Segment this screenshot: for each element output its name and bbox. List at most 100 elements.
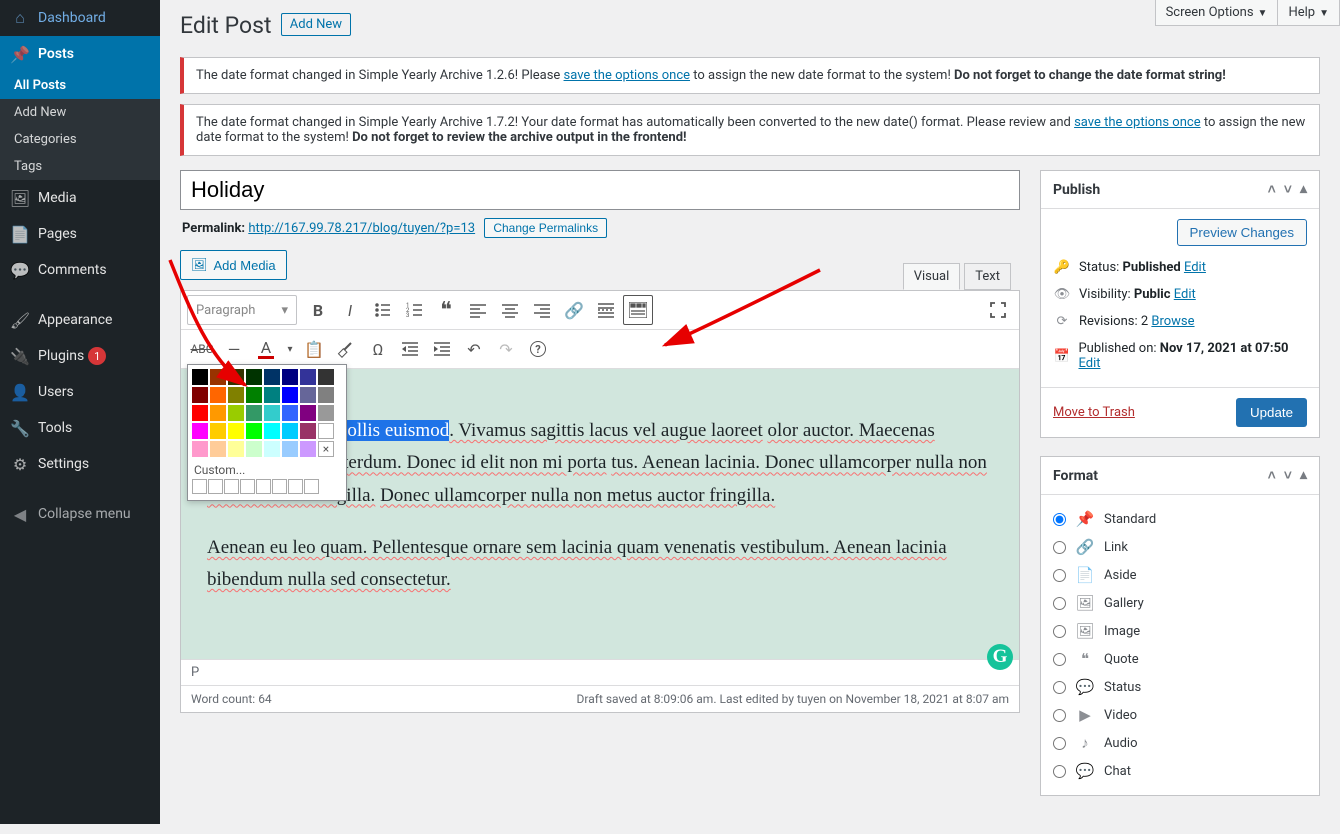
format-item-quote[interactable]: ❝Quote	[1053, 645, 1307, 673]
color-swatch[interactable]	[318, 423, 334, 439]
sidebar-item-media[interactable]: 🖼Media	[0, 180, 160, 216]
blockquote-button[interactable]: ❝	[431, 295, 461, 325]
tab-text[interactable]: Text	[964, 263, 1011, 290]
color-swatch[interactable]	[300, 423, 316, 439]
color-swatch[interactable]	[210, 387, 226, 403]
chevron-up-icon[interactable]: ˄	[1268, 181, 1276, 198]
color-swatch[interactable]	[264, 423, 280, 439]
sidebar-item-tools[interactable]: 🔧Tools	[0, 410, 160, 446]
italic-button[interactable]: I	[335, 295, 365, 325]
outdent-button[interactable]	[395, 334, 425, 364]
sidebar-item-posts[interactable]: 📌Posts	[0, 36, 160, 72]
fullscreen-button[interactable]	[983, 295, 1013, 325]
color-clear-button[interactable]: ×	[318, 441, 334, 457]
color-custom-slot[interactable]	[256, 479, 271, 494]
color-swatch[interactable]	[300, 405, 316, 421]
color-swatch[interactable]	[318, 387, 334, 403]
edit-visibility-link[interactable]: Edit	[1174, 287, 1196, 302]
format-item-chat[interactable]: 💬Chat	[1053, 757, 1307, 785]
help-button[interactable]: Help▼	[1277, 0, 1340, 26]
color-swatch[interactable]	[282, 369, 298, 385]
format-radio-gallery[interactable]	[1053, 597, 1066, 610]
format-item-link[interactable]: 🔗Link	[1053, 533, 1307, 561]
format-item-video[interactable]: ▶Video	[1053, 701, 1307, 729]
color-swatch[interactable]	[246, 423, 262, 439]
color-swatch[interactable]	[318, 369, 334, 385]
sidebar-item-dashboard[interactable]: ⌂Dashboard	[0, 0, 160, 36]
color-custom-slot[interactable]	[288, 479, 303, 494]
chevron-down-icon[interactable]: ˅	[1284, 181, 1292, 198]
color-swatch[interactable]	[210, 441, 226, 457]
color-swatch[interactable]	[228, 423, 244, 439]
caret-up-icon[interactable]: ▴	[1300, 181, 1307, 198]
format-radio-link[interactable]	[1053, 541, 1066, 554]
color-swatch[interactable]	[192, 369, 208, 385]
color-swatch[interactable]	[210, 423, 226, 439]
screen-options-button[interactable]: Screen Options▼	[1155, 0, 1279, 26]
color-picker-custom[interactable]: Custom...	[192, 459, 342, 479]
edit-status-link[interactable]: Edit	[1184, 260, 1206, 275]
color-swatch[interactable]	[228, 387, 244, 403]
color-swatch[interactable]	[318, 405, 334, 421]
text-color-dropdown[interactable]: ▾	[283, 334, 297, 364]
paragraph-select[interactable]: Paragraph▾	[187, 295, 297, 325]
indent-button[interactable]	[427, 334, 457, 364]
more-button[interactable]	[591, 295, 621, 325]
format-item-status[interactable]: 💬Status	[1053, 673, 1307, 701]
color-swatch[interactable]	[246, 369, 262, 385]
add-media-button[interactable]: 🖼Add Media	[180, 250, 287, 280]
sidebar-item-appearance[interactable]: 🖌Appearance	[0, 302, 160, 338]
format-item-audio[interactable]: ♪Audio	[1053, 729, 1307, 757]
text-color-button[interactable]: A	[251, 334, 281, 364]
undo-button[interactable]: ↶	[459, 334, 489, 364]
strikethrough-button[interactable]: ABC	[187, 334, 217, 364]
color-swatch[interactable]	[246, 441, 262, 457]
tab-visual[interactable]: Visual	[903, 263, 961, 290]
color-swatch[interactable]	[192, 405, 208, 421]
format-box-header[interactable]: Format ˄˅▴	[1041, 457, 1319, 495]
color-swatch[interactable]	[264, 387, 280, 403]
color-swatch[interactable]	[246, 387, 262, 403]
bold-button[interactable]: B	[303, 295, 333, 325]
paste-text-button[interactable]: 📋	[299, 334, 329, 364]
post-title-input[interactable]	[180, 170, 1020, 210]
color-swatch[interactable]	[210, 369, 226, 385]
sidebar-item-plugins[interactable]: 🔌Plugins1	[0, 338, 160, 374]
sidebar-item-comments[interactable]: 💬Comments	[0, 252, 160, 288]
ul-button[interactable]	[367, 295, 397, 325]
edit-date-link[interactable]: Edit	[1078, 356, 1100, 371]
clear-format-button[interactable]	[331, 334, 361, 364]
sidebar-item-settings[interactable]: ⚙Settings	[0, 446, 160, 482]
ol-button[interactable]: 123	[399, 295, 429, 325]
color-custom-slot[interactable]	[272, 479, 287, 494]
submenu-add-new[interactable]: Add New	[0, 99, 160, 126]
format-radio-quote[interactable]	[1053, 653, 1066, 666]
submenu-all-posts[interactable]: All Posts	[0, 72, 160, 99]
update-button[interactable]: Update	[1236, 398, 1307, 427]
color-custom-slot[interactable]	[240, 479, 255, 494]
color-swatch[interactable]	[300, 369, 316, 385]
color-custom-slot[interactable]	[304, 479, 319, 494]
sidebar-item-pages[interactable]: 📄Pages	[0, 216, 160, 252]
move-to-trash-link[interactable]: Move to Trash	[1053, 405, 1135, 420]
format-item-image[interactable]: 🖼Image	[1053, 617, 1307, 645]
color-swatch[interactable]	[228, 441, 244, 457]
preview-changes-button[interactable]: Preview Changes	[1177, 219, 1307, 246]
special-char-button[interactable]: Ω	[363, 334, 393, 364]
save-options-link-2[interactable]: save the options once	[1074, 115, 1201, 130]
format-radio-status[interactable]	[1053, 681, 1066, 694]
color-swatch[interactable]	[264, 441, 280, 457]
color-custom-slot[interactable]	[208, 479, 223, 494]
color-swatch[interactable]	[210, 405, 226, 421]
help-icon-button[interactable]: ?	[523, 334, 553, 364]
color-swatch[interactable]	[192, 441, 208, 457]
format-radio-audio[interactable]	[1053, 737, 1066, 750]
format-item-aside[interactable]: 📄Aside	[1053, 561, 1307, 589]
grammarly-icon[interactable]: G	[987, 644, 1013, 670]
color-swatch[interactable]	[192, 387, 208, 403]
format-radio-video[interactable]	[1053, 709, 1066, 722]
format-radio-aside[interactable]	[1053, 569, 1066, 582]
permalink-url[interactable]: http://167.99.78.217/blog/tuyen/?p=13	[248, 221, 475, 236]
color-swatch[interactable]	[282, 387, 298, 403]
format-radio-chat[interactable]	[1053, 765, 1066, 778]
